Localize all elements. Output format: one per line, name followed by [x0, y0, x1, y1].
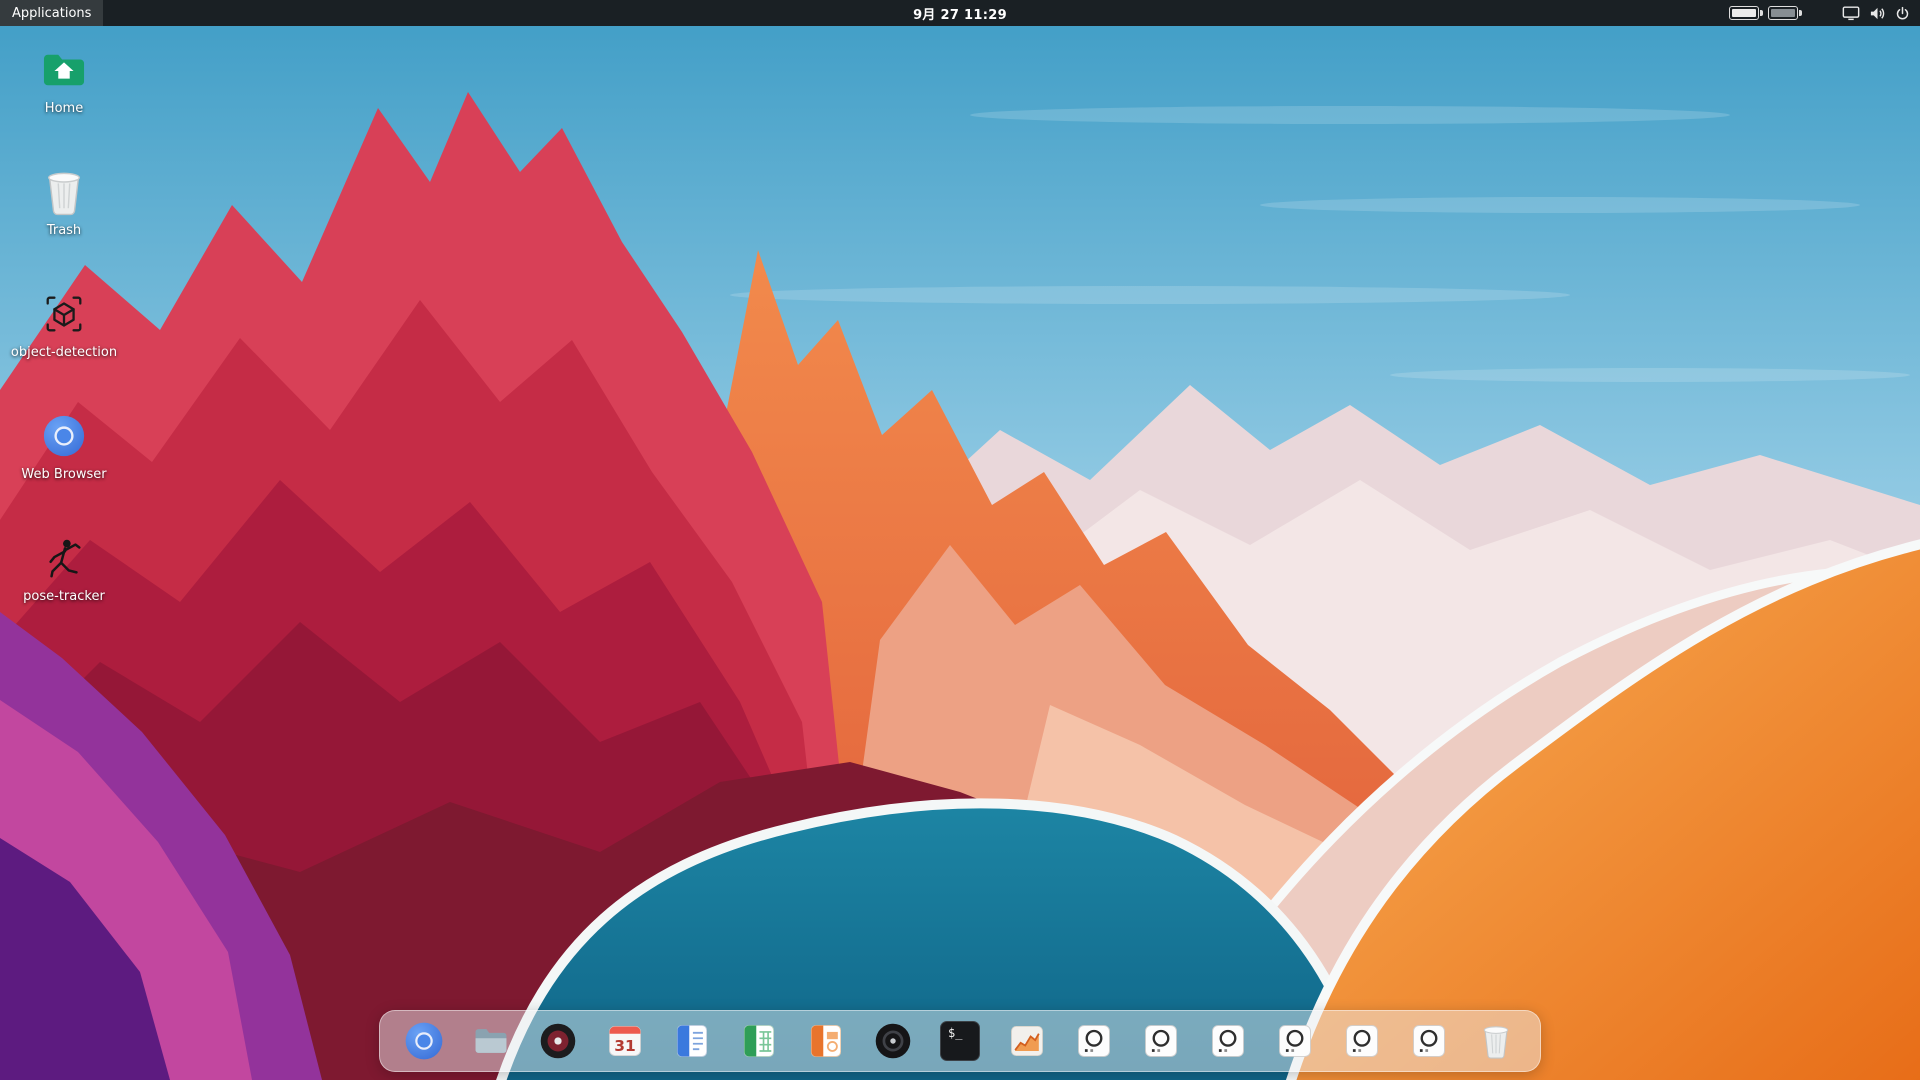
folder-icon — [471, 1021, 511, 1061]
impress-icon — [806, 1021, 846, 1061]
media-player-icon — [538, 1021, 578, 1061]
graph-icon — [1007, 1021, 1047, 1061]
trash-can-icon — [1480, 1022, 1512, 1060]
app-placeholder-icon — [1275, 1021, 1315, 1061]
desktop-icon-home[interactable]: Home — [16, 44, 112, 118]
dock-item-app-placeholder-5[interactable] — [1340, 1019, 1384, 1063]
dock-item-app-placeholder-1[interactable] — [1072, 1019, 1116, 1063]
battery-indicator-2[interactable] — [1768, 6, 1798, 20]
dock-item-media-player[interactable] — [536, 1019, 580, 1063]
writer-icon — [672, 1021, 712, 1061]
dock-item-file-manager[interactable] — [469, 1019, 513, 1063]
panel-clock: 9月 27 11:29 — [913, 4, 1007, 23]
battery-fill — [1732, 9, 1756, 17]
disc-icon — [873, 1021, 913, 1061]
desktop-icon-label: object-detection — [11, 345, 117, 360]
desktop-icon-label: Web Browser — [21, 467, 106, 482]
dock-item-disc-player[interactable] — [871, 1019, 915, 1063]
dock: 31 — [379, 1010, 1541, 1072]
dock-item-libreoffice-impress[interactable] — [804, 1019, 848, 1063]
power-icon[interactable] — [1895, 6, 1910, 21]
dock-item-calendar[interactable]: 31 — [603, 1019, 647, 1063]
dock-item-libreoffice-calc[interactable] — [737, 1019, 781, 1063]
applications-menu[interactable]: Applications — [0, 0, 103, 26]
top-panel: Applications 9月 27 11:29 — [0, 0, 1920, 26]
volume-icon[interactable] — [1869, 5, 1886, 22]
display-icon[interactable] — [1842, 5, 1860, 22]
desktop-icon-web-browser[interactable]: Web Browser — [16, 410, 112, 484]
stick-figure-icon — [41, 532, 87, 584]
desktop-icon-pose-tracker[interactable]: pose-tracker — [16, 532, 112, 606]
system-tray — [1729, 5, 1920, 22]
app-placeholder-icon — [1141, 1021, 1181, 1061]
desktop-icon-label: pose-tracker — [23, 589, 105, 604]
green-home-folder-icon — [41, 44, 87, 96]
dock-item-trash[interactable] — [1474, 1019, 1518, 1063]
app-placeholder-icon — [1342, 1021, 1382, 1061]
desktop-icon-object-detection[interactable]: object-detection — [16, 288, 112, 362]
dock-item-graph-viewer[interactable] — [1005, 1019, 1049, 1063]
desktop-icon-label: Home — [45, 101, 83, 116]
app-placeholder-icon — [1208, 1021, 1248, 1061]
dock-item-app-placeholder-4[interactable] — [1273, 1019, 1317, 1063]
battery-indicator-1[interactable] — [1729, 6, 1759, 20]
calendar-icon: 31 — [605, 1021, 645, 1061]
calc-icon — [739, 1021, 779, 1061]
desktop-icon-column: Home Trash — [16, 44, 112, 606]
wallpaper-mountains — [0, 0, 1920, 1080]
terminal-icon: $_ — [940, 1021, 980, 1061]
dock-item-chromium[interactable] — [402, 1019, 446, 1063]
cube-scan-icon — [41, 288, 87, 340]
terminal-prompt: $_ — [948, 1026, 962, 1040]
chromium-icon — [403, 1020, 445, 1062]
dock-item-libreoffice-writer[interactable] — [670, 1019, 714, 1063]
desktop: Applications 9月 27 11:29 — [0, 0, 1920, 1080]
battery-fill — [1771, 9, 1795, 17]
app-placeholder-icon — [1074, 1021, 1114, 1061]
dock-item-app-placeholder-6[interactable] — [1407, 1019, 1451, 1063]
dock-item-app-placeholder-2[interactable] — [1139, 1019, 1183, 1063]
dock-item-terminal[interactable]: $_ — [938, 1019, 982, 1063]
app-placeholder-icon — [1409, 1021, 1449, 1061]
chromium-icon — [41, 410, 87, 462]
desktop-icon-trash[interactable]: Trash — [16, 166, 112, 240]
trash-can-icon — [43, 166, 85, 218]
dock-item-app-placeholder-3[interactable] — [1206, 1019, 1250, 1063]
desktop-icon-label: Trash — [47, 223, 81, 238]
calendar-day: 31 — [614, 1037, 635, 1055]
